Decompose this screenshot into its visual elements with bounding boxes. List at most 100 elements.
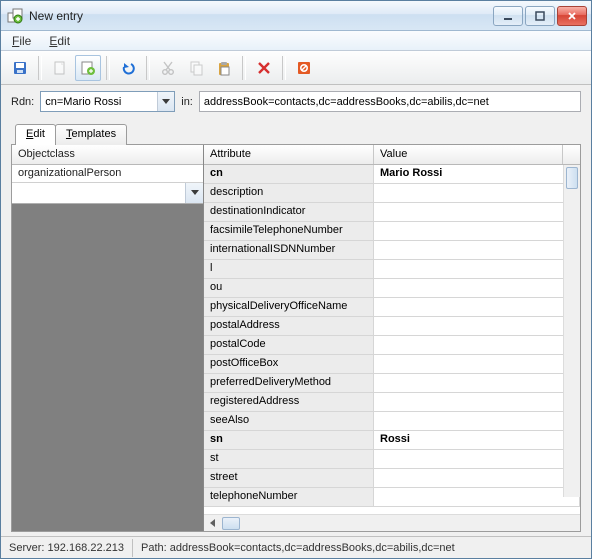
attr-cell: postOfficeBox [204, 355, 374, 373]
table-row[interactable]: l [204, 260, 580, 279]
attr-cell: physicalDeliveryOfficeName [204, 298, 374, 316]
table-row[interactable]: description [204, 184, 580, 203]
table-row[interactable]: facsimileTelephoneNumber [204, 222, 580, 241]
col-value[interactable]: Value [374, 145, 563, 164]
value-cell[interactable] [374, 222, 580, 240]
attr-cell: postalCode [204, 336, 374, 354]
maximize-button[interactable] [525, 6, 555, 26]
menu-file[interactable]: File [5, 32, 38, 50]
table-row[interactable]: postalCode [204, 336, 580, 355]
value-cell[interactable] [374, 336, 580, 354]
toolbar [1, 51, 591, 85]
attr-cell: ou [204, 279, 374, 297]
table-row[interactable]: physicalDeliveryOfficeName [204, 298, 580, 317]
menu-edit[interactable]: Edit [42, 32, 77, 50]
copy-button[interactable] [183, 55, 209, 81]
app-icon [7, 8, 23, 24]
table-row[interactable]: postalAddress [204, 317, 580, 336]
value-cell[interactable] [374, 488, 580, 506]
value-cell[interactable] [374, 241, 580, 259]
value-cell[interactable] [374, 317, 580, 335]
value-cell[interactable] [374, 412, 580, 430]
paste-button[interactable] [211, 55, 237, 81]
rdn-input[interactable] [41, 92, 157, 111]
status-bar: Server: 192.168.22.213 Path: addressBook… [1, 536, 591, 558]
value-cell[interactable] [374, 374, 580, 392]
value-cell[interactable] [374, 298, 580, 316]
table-row[interactable]: ou [204, 279, 580, 298]
minimize-button[interactable] [493, 6, 523, 26]
content: Edit Templates Objectclass organizationa… [1, 122, 591, 536]
value-cell[interactable] [374, 184, 580, 202]
status-path-label: Path: [141, 542, 167, 554]
attr-cell: cn [204, 165, 374, 183]
attr-cell: sn [204, 431, 374, 449]
save-button[interactable] [7, 55, 33, 81]
attr-cell: facsimileTelephoneNumber [204, 222, 374, 240]
in-label: in: [181, 96, 193, 108]
value-cell[interactable] [374, 203, 580, 221]
attr-cell: description [204, 184, 374, 202]
close-button[interactable] [557, 6, 587, 26]
table-row[interactable]: seeAlso [204, 412, 580, 431]
new-button[interactable] [47, 55, 73, 81]
rdn-row: Rdn: in: [1, 85, 591, 122]
objectclass-combo[interactable] [12, 183, 203, 204]
table-row[interactable]: snRossi [204, 431, 580, 450]
objectclass-row[interactable]: organizationalPerson [12, 165, 203, 183]
tab-edit[interactable]: Edit [15, 124, 56, 145]
col-attribute[interactable]: Attribute [204, 145, 374, 164]
in-field[interactable] [199, 91, 581, 112]
attr-cell: telephoneNumber [204, 488, 374, 506]
objectclass-header: Objectclass [12, 145, 203, 165]
dropdown-icon[interactable] [157, 92, 174, 111]
attr-cell: street [204, 469, 374, 487]
attr-cell: l [204, 260, 374, 278]
value-cell[interactable]: Mario Rossi [374, 165, 580, 183]
attr-cell: preferredDeliveryMethod [204, 374, 374, 392]
delete-button[interactable] [251, 55, 277, 81]
rdn-label: Rdn: [11, 96, 34, 108]
status-path: addressBook=contacts,dc=addressBooks,dc=… [170, 542, 455, 554]
attr-cell: postalAddress [204, 317, 374, 335]
horizontal-scrollbar[interactable] [204, 514, 580, 531]
attribute-grid: Attribute Value cnMario Rossidescription… [204, 145, 580, 531]
attr-cell: st [204, 450, 374, 468]
stop-button[interactable] [291, 55, 317, 81]
objectclass-pane: Objectclass organizationalPerson [12, 145, 204, 531]
value-cell[interactable]: Rossi [374, 431, 580, 449]
value-cell[interactable] [374, 393, 580, 411]
titlebar: New entry [1, 1, 591, 31]
vertical-scrollbar[interactable] [563, 165, 580, 497]
app-window: New entry File Edit [0, 0, 592, 559]
cut-button[interactable] [155, 55, 181, 81]
value-cell[interactable] [374, 469, 580, 487]
new-entry-button[interactable] [75, 55, 101, 81]
table-row[interactable]: postOfficeBox [204, 355, 580, 374]
table-row[interactable]: registeredAddress [204, 393, 580, 412]
value-cell[interactable] [374, 260, 580, 278]
attr-cell: registeredAddress [204, 393, 374, 411]
status-server: 192.168.22.213 [48, 542, 124, 554]
table-row[interactable]: destinationIndicator [204, 203, 580, 222]
value-cell[interactable] [374, 355, 580, 373]
table-row[interactable]: preferredDeliveryMethod [204, 374, 580, 393]
status-server-label: Server: [9, 542, 44, 554]
tab-templates[interactable]: Templates [55, 124, 127, 145]
table-row[interactable]: st [204, 450, 580, 469]
table-row[interactable]: telephoneNumber [204, 488, 580, 507]
scroll-left-icon[interactable] [204, 516, 221, 531]
menubar: File Edit [1, 31, 591, 51]
window-title: New entry [29, 9, 493, 23]
value-cell[interactable] [374, 279, 580, 297]
table-row[interactable]: street [204, 469, 580, 488]
attr-cell: internationalISDNNumber [204, 241, 374, 259]
table-row[interactable]: cnMario Rossi [204, 165, 580, 184]
rdn-combobox[interactable] [40, 91, 175, 112]
attr-cell: seeAlso [204, 412, 374, 430]
attr-cell: destinationIndicator [204, 203, 374, 221]
dropdown-icon[interactable] [185, 183, 203, 203]
table-row[interactable]: internationalISDNNumber [204, 241, 580, 260]
value-cell[interactable] [374, 450, 580, 468]
undo-button[interactable] [115, 55, 141, 81]
